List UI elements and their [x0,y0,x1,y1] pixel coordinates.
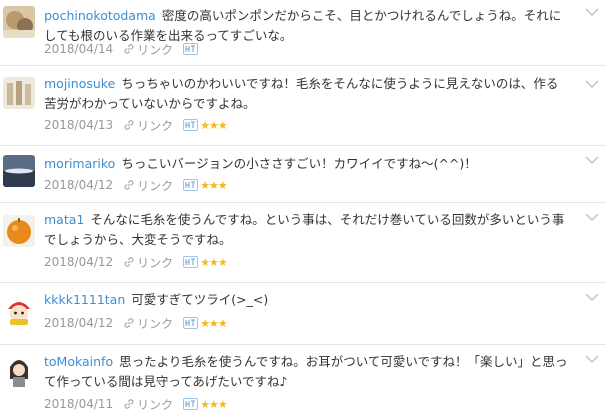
comment-item: toMokainfo 思ったより毛糸を使うんですね。お耳がついて可愛いですね！「楽… [0,345,606,412]
avatar[interactable] [3,355,35,387]
bookmark-star-icon[interactable] [183,119,199,131]
link-icon [124,44,134,54]
comment-body: 思ったより毛糸を使うんですね。お耳がついて可愛いですね！「楽しい」と思って作って… [44,354,568,389]
link-icon [124,180,134,190]
comment-item: pochinokotodama 密度の高いポンポンだからこそ、目とかつけれるんでし… [0,0,606,66]
comment-list: pochinokotodama 密度の高いポンポンだからこそ、目とかつけれるんでし… [0,0,606,412]
username-link[interactable]: pochinokotodama [44,8,156,23]
link-label: リンク [137,118,174,133]
avatar[interactable] [3,155,35,187]
comment-meta: 2018/04/12 リンク ★★★ [44,254,228,271]
bookmark-star-icon[interactable] [183,43,199,55]
comment-date: 2018/04/11 [44,397,114,411]
avatar[interactable] [3,295,35,327]
username-link[interactable]: mojinosuke [44,76,115,91]
chevron-down-icon[interactable] [584,291,600,303]
comment-date: 2018/04/12 [44,178,114,192]
username-link[interactable]: kkkk1111tan [44,292,125,307]
comment-meta: 2018/04/12 リンク ★★★ [44,315,228,332]
username-link[interactable]: morimariko [44,156,115,171]
comment-text-block: mojinosuke ちっちゃいのかわいいですね！毛糸をそんなに使うように見えない… [44,74,568,114]
comment-meta: 2018/04/13 リンク ★★★ [44,117,228,134]
star-rating: ★★★ [200,178,228,192]
link-icon [124,399,134,409]
comment-text-block: mata1 そんなに毛糸を使うんですね。という事は、それだけ巻いている回数が多いと… [44,210,568,250]
link-button[interactable]: リンク [123,41,173,58]
username-link[interactable]: toMokainfo [44,354,113,369]
comment-date: 2018/04/14 [44,42,114,56]
comment-item: mata1 そんなに毛糸を使うんですね。という事は、それだけ巻いている回数が多いと… [0,203,606,283]
comment-text-block: morimariko ちっこいバージョンの小ささすごい！カワイイですね〜(^^)！ [44,154,568,174]
chevron-down-icon[interactable] [584,211,600,223]
avatar[interactable] [3,6,35,38]
bookmark-star-icon[interactable] [183,398,199,410]
comment-date: 2018/04/12 [44,255,114,269]
chevron-down-icon[interactable] [584,78,600,90]
link-button[interactable]: リンク [123,177,173,194]
bookmark-star-icon[interactable] [183,179,199,191]
comment-item: morimariko ちっこいバージョンの小ささすごい！カワイイですね〜(^^)！… [0,146,606,203]
link-label: リンク [137,178,174,193]
link-icon [124,120,134,130]
comment-meta: 2018/04/12 リンク ★★★ [44,177,228,194]
comment-date: 2018/04/13 [44,118,114,132]
comment-date: 2018/04/12 [44,316,114,330]
star-rating: ★★★ [200,255,228,269]
link-label: リンク [137,42,174,57]
bookmark-star-icon[interactable] [183,256,199,268]
comment-item: mojinosuke ちっちゃいのかわいいですね！毛糸をそんなに使うように見えない… [0,66,606,146]
comment-body: 可愛すぎてツライ(>_<) [131,292,269,307]
link-icon [124,318,134,328]
comment-meta: 2018/04/14 リンク [44,41,200,57]
chevron-down-icon[interactable] [584,6,600,18]
username-link[interactable]: mata1 [44,212,84,227]
link-button[interactable]: リンク [123,117,173,134]
link-button[interactable]: リンク [123,315,173,332]
link-button[interactable]: リンク [123,254,173,271]
comment-body: そんなに毛糸を使うんですね。という事は、それだけ巻いている回数が多いという事でし… [44,212,565,247]
comment-body: ちっこいバージョンの小ささすごい！カワイイですね〜(^^)！ [121,156,477,171]
link-label: リンク [137,255,174,270]
comment-text-block: kkkk1111tan 可愛すぎてツライ(>_<) [44,290,568,310]
avatar[interactable] [3,215,35,247]
comment-text-block: toMokainfo 思ったより毛糸を使うんですね。お耳がついて可愛いですね！「楽… [44,352,568,392]
link-icon [124,257,134,267]
star-rating: ★★★ [200,316,228,330]
chevron-down-icon[interactable] [584,154,600,166]
link-label: リンク [137,316,174,331]
star-rating: ★★★ [200,397,228,411]
comment-body: ちっちゃいのかわいいですね！毛糸をそんなに使うように見えないのは、作る苦労がわか… [44,76,559,111]
chevron-down-icon[interactable] [584,353,600,365]
comment-item: kkkk1111tan 可愛すぎてツライ(>_<) 2018/04/12 リンク … [0,283,606,345]
avatar[interactable] [3,77,35,109]
star-rating: ★★★ [200,118,228,132]
bookmark-star-icon[interactable] [183,317,199,329]
